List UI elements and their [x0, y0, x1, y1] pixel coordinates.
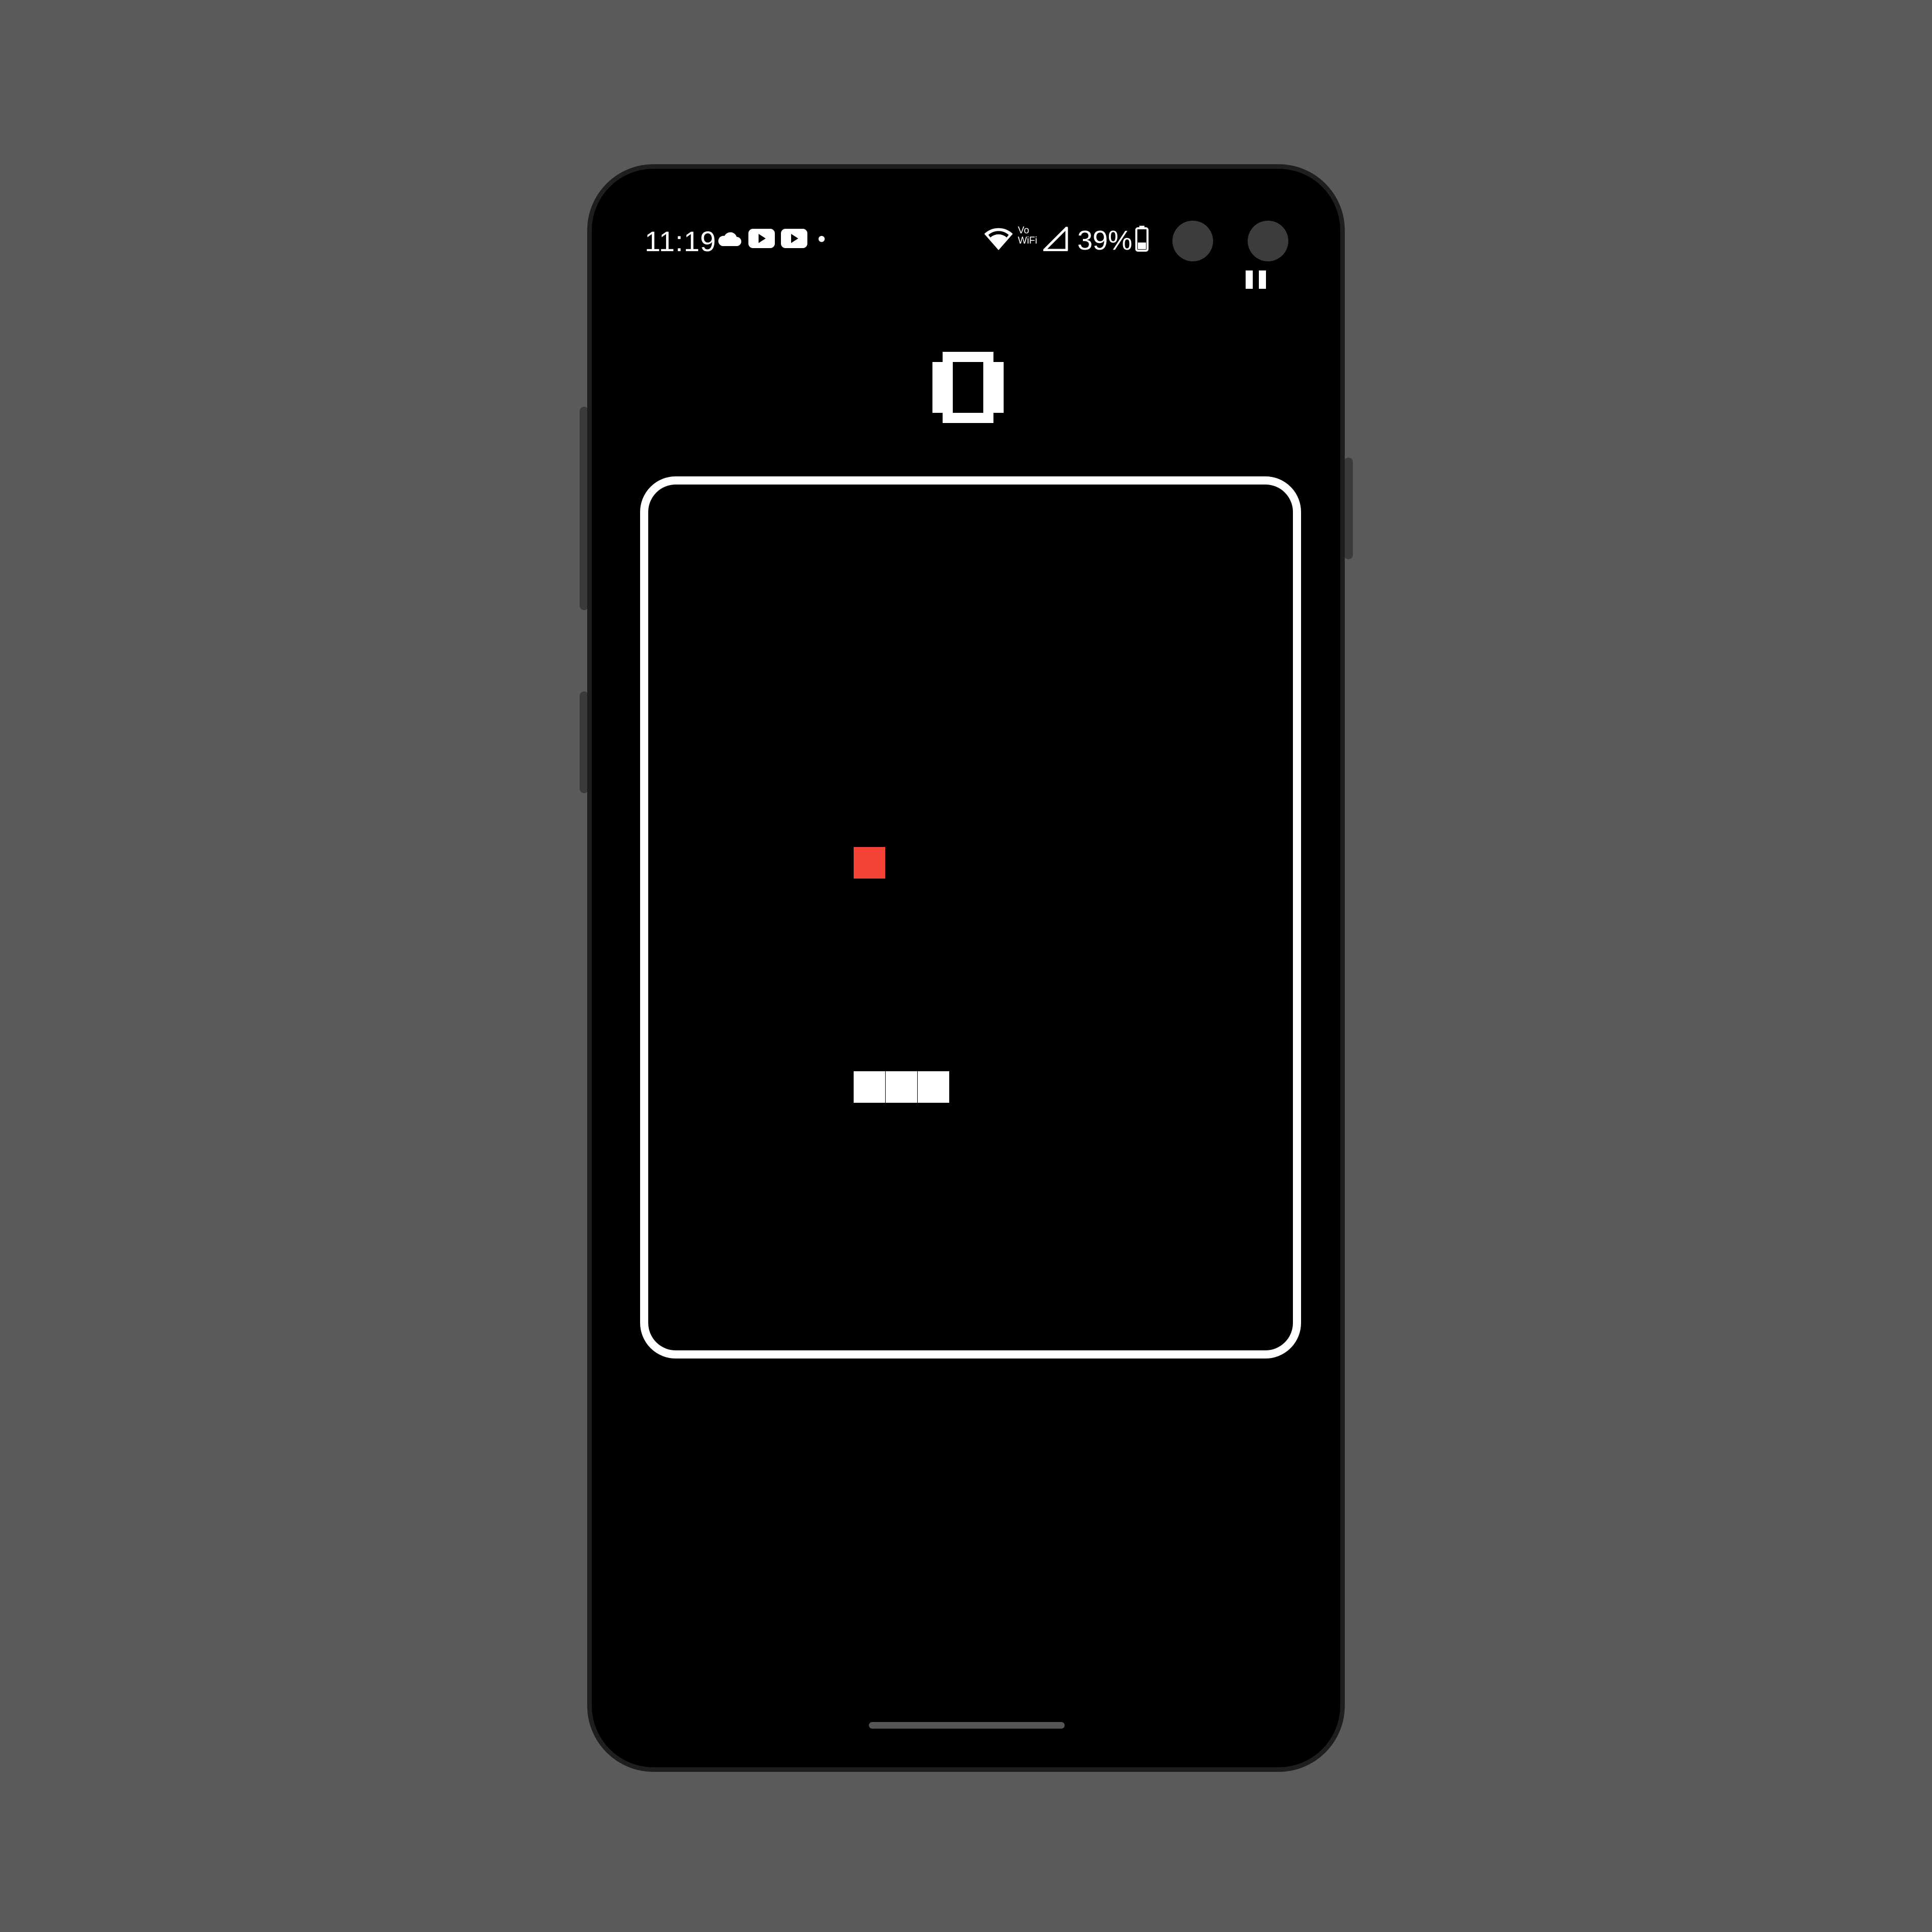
score-pixel	[943, 403, 953, 413]
notification-dot-icon	[819, 236, 825, 242]
score-pixel	[993, 362, 1004, 372]
score-pixel	[983, 403, 993, 413]
wifi-icon	[984, 228, 1013, 250]
front-camera-left	[1172, 221, 1213, 261]
score-pixel	[983, 393, 993, 403]
score-pixel	[983, 352, 993, 362]
vowifi-bottom-label: WiFi	[1018, 235, 1037, 246]
youtube-icon	[748, 229, 775, 248]
snake-segment	[854, 1071, 885, 1103]
youtube-icon	[781, 229, 807, 248]
score-pixel	[953, 413, 963, 423]
score-pixel	[993, 372, 1004, 382]
score-pixel	[973, 413, 983, 423]
score-pixel	[943, 393, 953, 403]
cell-signal-icon	[1043, 227, 1068, 251]
food-cell	[854, 847, 885, 879]
score-pixel	[932, 372, 943, 382]
score-pixel	[993, 382, 1004, 393]
score-pixel	[932, 403, 943, 413]
vowifi-top-label: Vo	[1018, 225, 1030, 236]
score-pixel	[983, 362, 993, 372]
pause-icon	[1259, 270, 1266, 289]
score-pixel	[973, 352, 983, 362]
home-indicator[interactable]	[869, 1722, 1065, 1729]
front-camera-right	[1248, 221, 1288, 261]
status-bar: 11:19 Vo WiFi 39%	[592, 169, 1340, 261]
score-pixel	[963, 352, 973, 362]
snake-segment	[886, 1071, 917, 1103]
battery-icon	[1135, 226, 1149, 252]
score-pixel	[943, 372, 953, 382]
score-pixel	[983, 413, 993, 423]
phone-frame: 11:19 Vo WiFi 39%	[587, 164, 1345, 1772]
score-pixel	[983, 372, 993, 382]
snake-segment	[918, 1071, 949, 1103]
score-pixel	[993, 403, 1004, 413]
status-time: 11:19	[645, 225, 716, 257]
score-pixel	[943, 352, 953, 362]
power-button	[1344, 458, 1353, 559]
score-pixel	[932, 393, 943, 403]
game-board[interactable]	[640, 476, 1301, 1359]
battery-percent: 39%	[1077, 225, 1133, 256]
score-pixel	[943, 382, 953, 393]
score-pixel	[953, 352, 963, 362]
cloud-icon	[718, 232, 741, 246]
pause-icon	[1246, 270, 1253, 289]
vowifi-icon: Vo WiFi	[1018, 226, 1040, 246]
score-display	[932, 352, 1004, 423]
score-pixel	[932, 362, 943, 372]
score-pixel	[983, 382, 993, 393]
score-pixel	[943, 413, 953, 423]
score-pixel	[963, 413, 973, 423]
score-pixel	[993, 393, 1004, 403]
score-pixel	[943, 362, 953, 372]
pause-button[interactable]	[1244, 270, 1269, 296]
score-pixel	[932, 382, 943, 393]
